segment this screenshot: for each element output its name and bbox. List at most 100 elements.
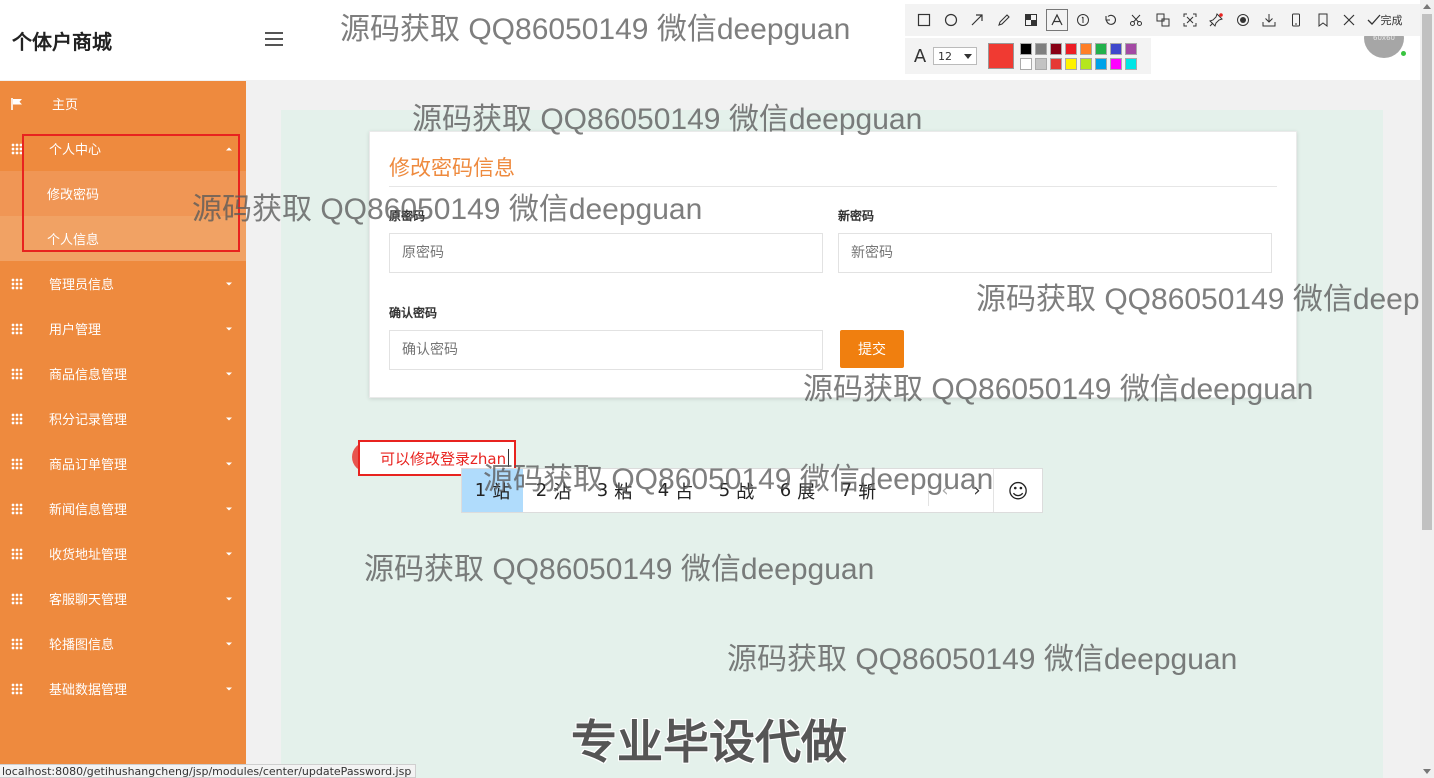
grid-icon	[11, 412, 23, 425]
flag-icon	[11, 97, 23, 110]
font-size-value: 12	[938, 49, 952, 63]
color-swatch[interactable]	[1050, 42, 1062, 55]
done-button[interactable]: 完成	[1363, 9, 1407, 31]
ime-candidate[interactable]: 4 占	[645, 469, 706, 512]
mosaic-tool-icon[interactable]	[1017, 9, 1044, 31]
color-swatch[interactable]	[1080, 57, 1092, 70]
old-password-field[interactable]	[389, 233, 823, 273]
color-swatch[interactable]	[1110, 57, 1122, 70]
ime-candidate[interactable]: 7 斩	[828, 469, 889, 512]
color-swatch[interactable]	[1080, 42, 1092, 55]
sidebar-item-product-management[interactable]: 商品信息管理	[0, 351, 246, 396]
sidebar-subitem-change-password[interactable]: 修改密码	[0, 171, 246, 216]
ime-candidate-bar: 1 站 2 沾 3 粘 4 占 5 战 6 展 7 斩 ‹ › ☺	[461, 468, 1043, 513]
sidebar-item-home[interactable]: 主页	[0, 81, 246, 126]
candidate-number: 1	[474, 480, 487, 501]
snip-toolbar: 完成	[905, 4, 1434, 36]
color-swatch[interactable]	[1035, 42, 1047, 55]
bookmark-icon[interactable]	[1309, 9, 1336, 31]
sidebar-item-label: 积分记录管理	[49, 413, 128, 428]
grid-icon	[11, 277, 23, 290]
color-swatch[interactable]	[1035, 57, 1047, 70]
color-swatch[interactable]	[1050, 57, 1062, 70]
color-swatch[interactable]	[1125, 57, 1137, 70]
sidebar-item-admin-info[interactable]: 管理员信息	[0, 261, 246, 306]
chevron-down-icon	[226, 687, 232, 690]
confirm-password-field[interactable]	[389, 330, 823, 370]
sidebar-item-news-management[interactable]: 新闻信息管理	[0, 486, 246, 531]
candidate-text: 战	[736, 481, 755, 503]
sidebar-item-carousel-info[interactable]: 轮播图信息	[0, 621, 246, 666]
number-marker-tool-icon[interactable]	[1070, 9, 1097, 31]
ime-candidate[interactable]: 5 战	[706, 469, 767, 512]
color-swatch[interactable]	[1095, 57, 1107, 70]
sidebar-item-points-management[interactable]: 积分记录管理	[0, 396, 246, 441]
sidebar-subitem-personal-info[interactable]: 个人信息	[0, 216, 246, 261]
sidebar-item-base-data[interactable]: 基础数据管理	[0, 666, 246, 711]
candidate-number: 6	[779, 480, 792, 501]
ime-next-page-icon[interactable]: ›	[961, 469, 993, 512]
chevron-down-icon	[226, 462, 232, 465]
download-icon[interactable]	[1256, 9, 1283, 31]
text-tool-icon[interactable]	[1045, 9, 1068, 31]
emoji-icon[interactable]: ☺	[993, 469, 1042, 512]
color-swatch[interactable]	[1020, 42, 1032, 55]
sidebar-item-chat-management[interactable]: 客服聊天管理	[0, 576, 246, 621]
grid-icon	[11, 322, 23, 335]
new-password-field[interactable]	[838, 233, 1272, 273]
candidate-number: 5	[718, 480, 731, 501]
grid-icon	[11, 457, 23, 470]
candidate-number: 3	[596, 480, 609, 501]
candidate-text: 粘	[614, 481, 633, 503]
color-swatch[interactable]	[1095, 42, 1107, 55]
sidebar-item-address-management[interactable]: 收货地址管理	[0, 531, 246, 576]
color-swatch[interactable]	[1020, 57, 1032, 70]
ime-candidate[interactable]: 3 粘	[584, 469, 645, 512]
current-color-swatch[interactable]	[988, 43, 1014, 69]
scroll-down-icon[interactable]	[1423, 769, 1431, 774]
chevron-down-icon	[226, 417, 232, 420]
sidebar: 主页 个人中心 修改密码 个人信息 管理员信息 用户管理 商品信息管理 积分记录…	[0, 81, 246, 778]
scroll-thumb[interactable]	[1422, 14, 1432, 530]
font-size-select[interactable]: 12	[933, 47, 977, 65]
chevron-down-icon	[226, 552, 232, 555]
status-bar-url: localhost:8080/getihushangcheng/jsp/modu…	[0, 764, 417, 778]
sidebar-item-label: 新闻信息管理	[49, 503, 128, 518]
scan-icon[interactable]	[1176, 9, 1203, 31]
submit-button[interactable]: 提交	[840, 330, 904, 368]
record-icon[interactable]	[1230, 9, 1257, 31]
scroll-up-icon[interactable]	[1423, 4, 1431, 9]
ime-candidate[interactable]: 6 展	[767, 469, 828, 512]
close-icon[interactable]	[1336, 9, 1363, 31]
candidate-text: 斩	[858, 481, 877, 503]
arrow-tool-icon[interactable]	[964, 9, 991, 31]
confirm-password-label: 确认密码	[389, 306, 438, 320]
grid-icon	[11, 637, 23, 650]
ime-candidate[interactable]: 2 沾	[523, 469, 584, 512]
color-swatch[interactable]	[1065, 42, 1077, 55]
page-title: 修改密码信息	[389, 156, 515, 180]
ime-prev-page-icon[interactable]: ‹	[929, 469, 961, 512]
phone-icon[interactable]	[1283, 9, 1310, 31]
sidebar-item-user-management[interactable]: 用户管理	[0, 306, 246, 351]
ime-candidate[interactable]: 1 站	[462, 469, 523, 512]
grid-icon	[11, 682, 23, 695]
sidebar-item-label: 管理员信息	[49, 278, 115, 293]
sidebar-item-personal-center[interactable]: 个人中心	[0, 126, 246, 171]
undo-icon[interactable]	[1097, 9, 1124, 31]
pen-tool-icon[interactable]	[991, 9, 1018, 31]
vertical-scrollbar[interactable]	[1420, 0, 1434, 778]
rectangle-tool-icon[interactable]	[911, 9, 938, 31]
color-swatch[interactable]	[1125, 42, 1137, 55]
sidebar-item-order-management[interactable]: 商品订单管理	[0, 441, 246, 486]
menu-toggle-icon[interactable]	[265, 32, 283, 46]
sidebar-item-label: 商品订单管理	[49, 458, 128, 473]
cut-icon[interactable]	[1123, 9, 1150, 31]
color-swatch[interactable]	[1065, 57, 1077, 70]
grid-icon	[11, 502, 23, 515]
color-swatch[interactable]	[1110, 42, 1122, 55]
ellipse-tool-icon[interactable]	[938, 9, 965, 31]
grid-icon	[11, 367, 23, 380]
translate-icon[interactable]	[1150, 9, 1177, 31]
pin-icon[interactable]	[1203, 9, 1230, 31]
